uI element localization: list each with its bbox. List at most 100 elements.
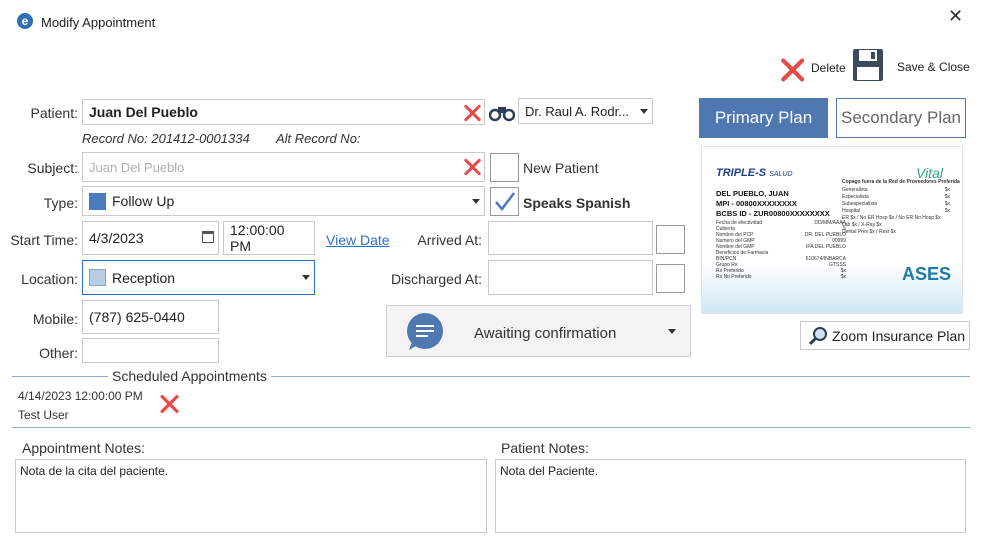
card-row: Dental Prev $x / Rest $x: [842, 229, 950, 236]
new-patient-label: New Patient: [523, 160, 599, 176]
alt-record-no: Alt Record No:: [276, 131, 361, 146]
other-label: Other:: [39, 345, 78, 361]
start-date-value: 4/3/2023: [89, 230, 144, 246]
card-row-value: $x: [944, 187, 950, 193]
chat-bubble-icon: [407, 313, 443, 350]
clear-patient-icon[interactable]: [462, 103, 482, 123]
secondary-plan-tab[interactable]: Secondary Plan: [836, 98, 966, 138]
card-row: Rx No Preferido $x: [716, 274, 846, 280]
record-no: Record No: 201412-0001334: [82, 131, 250, 146]
start-date-picker[interactable]: 4/3/2023: [82, 221, 219, 255]
card-row-label: Rx No Preferido: [716, 274, 752, 280]
discharged-at-input[interactable]: [488, 260, 653, 295]
scheduled-item-user: Test User: [18, 408, 69, 422]
other-input[interactable]: [82, 338, 219, 363]
mobile-input[interactable]: (787) 625-0440: [82, 300, 219, 334]
card-row-value: $x: [944, 194, 950, 200]
card-row: Subespecialista $x: [842, 201, 950, 208]
window-title: Modify Appointment: [41, 15, 156, 30]
member-bcbs-id: BCBS ID - ZUR00800XXXXXXXX: [716, 209, 830, 218]
mobile-value: (787) 625-0440: [89, 309, 185, 325]
patient-notes-label: Patient Notes:: [501, 440, 589, 456]
doctor-select[interactable]: Dr. Raul A. Rodr...: [518, 98, 653, 124]
magnifier-icon: [809, 327, 827, 346]
card-row: Lab $x / X-Ray $x: [842, 222, 950, 229]
arrived-checkbox[interactable]: [656, 225, 685, 254]
delete-label: Delete: [811, 61, 846, 75]
card-row-label: Especialista: [842, 194, 869, 200]
scheduled-title: Scheduled Appointments: [108, 368, 271, 384]
discharged-checkbox[interactable]: [656, 264, 685, 293]
member-mpi: MPI - 00800XXXXXXXX: [716, 199, 797, 208]
checkmark-icon: [495, 192, 515, 211]
subject-input[interactable]: Juan Del Pueblo: [82, 152, 485, 182]
card-row: Hospital $x: [842, 208, 950, 215]
appointment-notes-label: Appointment Notes:: [22, 440, 145, 456]
arrived-at-label: Arrived At:: [417, 232, 482, 248]
remove-scheduled-icon[interactable]: [158, 393, 180, 415]
location-select[interactable]: Reception: [82, 260, 315, 295]
start-time-input[interactable]: 12:00:00 PM: [223, 221, 315, 255]
mobile-label: Mobile:: [32, 311, 78, 327]
card-left-rows: Fecha de efectividad DD/MM/AAAA Cubierta S N…: [716, 220, 846, 280]
card-row-label: Generalista: [842, 187, 868, 193]
card-right-rows: Generalista $x Especialista $x Subespecialis…: [842, 187, 950, 236]
notes-divider: [12, 427, 970, 428]
location-color-swatch: [89, 269, 106, 286]
doctor-value: Dr. Raul A. Rodr...: [525, 103, 630, 119]
status-select[interactable]: Awaiting confirmation: [386, 305, 691, 357]
agency-logo: ASES: [902, 264, 952, 284]
card-row-label: Lab $x / X-Ray $x: [842, 222, 882, 228]
chevron-down-icon: [668, 329, 676, 334]
type-select[interactable]: Follow Up: [82, 186, 485, 216]
start-time-value: 12:00:00 PM: [230, 222, 285, 254]
calendar-icon[interactable]: [202, 231, 214, 243]
card-right-title: Copago fuera de la Red de Proveedores Pr…: [842, 179, 960, 185]
chevron-down-icon: [302, 275, 310, 280]
close-icon[interactable]: ✕: [948, 6, 963, 27]
type-color-swatch: [89, 192, 106, 210]
binoculars-icon[interactable]: [489, 104, 515, 122]
card-row: Especialista $x: [842, 194, 950, 201]
card-row-label: ER $x / No ER Hosp $x / No ER No Hosp $x: [842, 215, 941, 221]
patient-label: Patient:: [30, 105, 78, 121]
card-row-value: $x: [944, 208, 950, 214]
start-time-label: Start Time:: [10, 232, 78, 248]
subject-label: Subject:: [27, 160, 78, 176]
carrier-sub: SALUD: [769, 171, 793, 178]
card-row-label: Subespecialista: [842, 201, 878, 207]
clear-subject-icon[interactable]: [462, 157, 482, 177]
save-close-button[interactable]: Save & Close: [852, 48, 972, 84]
speaks-spanish-label: Speaks Spanish: [523, 195, 631, 211]
subject-placeholder: Juan Del Pueblo: [89, 159, 185, 175]
patient-notes-textarea[interactable]: Nota del Paciente.: [495, 459, 966, 533]
appointment-notes-textarea[interactable]: Nota de la cita del paciente.: [15, 459, 487, 533]
app-icon: e: [17, 13, 33, 29]
primary-plan-tab[interactable]: Primary Plan: [699, 98, 828, 138]
delete-button[interactable]: Delete: [776, 50, 848, 84]
location-label: Location:: [21, 271, 78, 287]
insurance-card-image: TRIPLE-S SALUD Vital DEL PUEBLO, JUAN MP…: [701, 146, 963, 314]
zoom-insurance-label: Zoom Insurance Plan: [832, 328, 966, 344]
arrived-at-input[interactable]: [488, 221, 653, 255]
card-row: ER $x / No ER Hosp $x / No ER No Hosp $x: [842, 215, 950, 222]
zoom-insurance-button[interactable]: Zoom Insurance Plan: [800, 321, 970, 350]
discharged-at-label: Discharged At:: [390, 271, 482, 287]
card-row: Generalista $x: [842, 187, 950, 194]
patient-name: Juan Del Pueblo: [89, 104, 198, 120]
new-patient-checkbox[interactable]: [490, 153, 519, 182]
save-close-label: Save & Close: [897, 60, 970, 74]
speaks-spanish-checkbox[interactable]: [490, 187, 519, 216]
chevron-down-icon: [640, 109, 648, 114]
card-row-value: IPA DEL PUEBLO: [805, 244, 846, 250]
card-row-value: $x: [840, 274, 846, 280]
card-row-label: Dental Prev $x / Rest $x: [842, 229, 896, 235]
location-value: Reception: [112, 269, 176, 286]
type-value: Follow Up: [112, 193, 175, 209]
chevron-down-icon: [472, 199, 480, 204]
patient-field[interactable]: Juan Del Pueblo: [82, 99, 485, 125]
card-row-label: Hospital: [842, 208, 861, 214]
card-row-value: $x: [944, 201, 950, 207]
view-date-link[interactable]: View Date: [326, 232, 390, 248]
floppy-disk-icon: [853, 49, 883, 81]
